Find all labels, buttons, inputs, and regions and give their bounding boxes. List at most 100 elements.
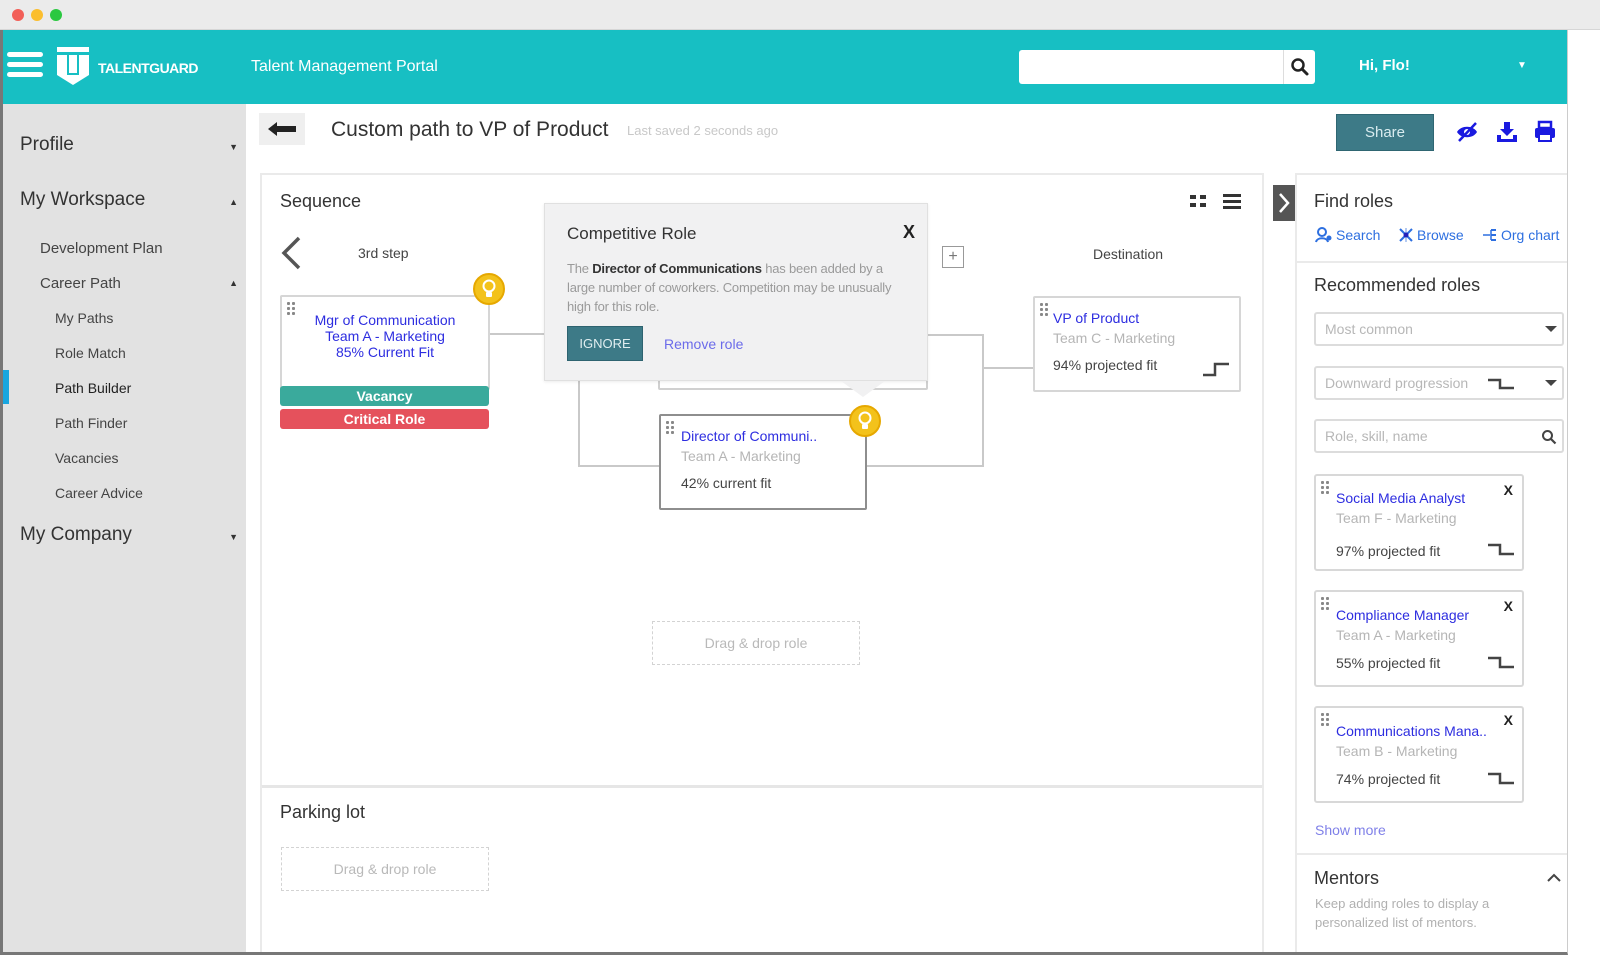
drag-handle-icon[interactable] <box>1321 713 1331 727</box>
destination-role-card[interactable]: VP of Product Team C - Marketing 94% pro… <box>1033 296 1241 392</box>
sidebar-item-path-builder[interactable]: Path Builder <box>3 380 246 396</box>
mentors-title: Mentors <box>1314 868 1380 888</box>
talentguard-logo-icon <box>57 47 89 85</box>
parking-lot-dropzone[interactable]: Drag & drop role <box>281 847 489 891</box>
logo-text: TALENTGUARD <box>98 60 199 76</box>
role-name[interactable]: VP of Product <box>1053 310 1239 326</box>
search-button[interactable] <box>1283 50 1315 84</box>
drag-handle-icon[interactable] <box>666 421 676 435</box>
search-icon <box>1290 58 1308 76</box>
role-fit: 74% projected fit <box>1336 771 1441 787</box>
role-fit: 42% current fit <box>681 475 772 491</box>
role-name[interactable]: Communications Mana.. <box>1336 723 1487 739</box>
browser-frame: TALENTGUARD Talent Management Portal Hi,… <box>0 30 1568 955</box>
sidebar-item-label: My Workspace <box>20 189 146 210</box>
org-chart-link[interactable]: Org chart <box>1482 227 1559 243</box>
sidebar-item-career-advice[interactable]: Career Advice <box>3 485 246 501</box>
chevron-up-icon: ▲ <box>229 278 238 288</box>
added-role-card[interactable]: Director of Communi.. Team A - Marketing… <box>659 414 867 510</box>
hamburger-menu-icon[interactable] <box>7 52 43 80</box>
sidebar-item-development-plan[interactable]: Development Plan <box>3 240 246 257</box>
collapse-panel-button[interactable] <box>1273 185 1295 221</box>
sidebar-item-role-match[interactable]: Role Match <box>3 345 246 361</box>
role-name[interactable]: Mgr of Communication <box>282 312 488 328</box>
window-minimize-button[interactable] <box>31 9 43 21</box>
user-menu-caret-icon[interactable]: ▼ <box>1517 60 1527 71</box>
window-close-button[interactable] <box>12 9 24 21</box>
path-connector <box>928 334 983 336</box>
sidebar-item-label: Career Advice <box>55 485 143 501</box>
ignore-button[interactable]: IGNORE <box>567 326 643 361</box>
browse-roles-link[interactable]: Browse <box>1398 227 1464 243</box>
caret-down-icon <box>1545 380 1557 386</box>
sidebar-item-path-finder[interactable]: Path Finder <box>3 415 246 431</box>
share-button[interactable]: Share <box>1336 114 1434 151</box>
find-roles-title: Find roles <box>1314 191 1394 211</box>
window-zoom-button[interactable] <box>50 9 62 21</box>
remove-recommendation-icon[interactable]: X <box>1504 712 1513 728</box>
show-more-link[interactable]: Show more <box>1315 822 1386 838</box>
chevron-up-icon: ▲ <box>229 197 238 207</box>
sidebar-item-my-workspace[interactable]: My Workspace ▲ <box>3 189 246 211</box>
sidebar-item-my-company[interactable]: My Company ▼ <box>3 524 246 546</box>
global-search <box>1019 50 1315 84</box>
drag-handle-icon[interactable] <box>1321 481 1331 495</box>
downward-progression-icon <box>1488 543 1514 556</box>
drag-handle-icon[interactable] <box>1321 597 1331 611</box>
role-team: Team F - Marketing <box>1336 510 1457 526</box>
search-icon[interactable] <box>1541 429 1557 445</box>
sidebar-item-vacancies[interactable]: Vacancies <box>3 450 246 466</box>
mentors-description: Keep adding roles to display a personali… <box>1315 896 1490 930</box>
user-greeting[interactable]: Hi, Flo! <box>1359 57 1410 74</box>
sequence-dropzone[interactable]: Drag & drop role <box>652 621 860 665</box>
arrow-left-icon <box>268 122 296 136</box>
close-icon[interactable]: X <box>903 222 915 243</box>
downward-progression-icon <box>1488 656 1514 669</box>
grid-view-icon[interactable] <box>1188 192 1210 210</box>
sidebar-item-career-path[interactable]: Career Path ▲ <box>3 275 246 292</box>
lightbulb-icon[interactable] <box>849 405 881 437</box>
role-team: Team A - Marketing <box>681 448 801 464</box>
remove-recommendation-icon[interactable]: X <box>1504 598 1513 614</box>
destination-label: Destination <box>1093 246 1164 262</box>
remove-role-link[interactable]: Remove role <box>664 336 743 352</box>
popup-text: The <box>567 261 593 276</box>
progression-select-value: Downward progression <box>1325 375 1469 391</box>
popup-message: The Director of Communications has been … <box>567 259 897 316</box>
sidebar-item-profile[interactable]: Profile ▼ <box>3 134 246 156</box>
previous-step-icon[interactable] <box>279 235 303 271</box>
recommended-role-card[interactable]: X Social Media Analyst Team F - Marketin… <box>1314 474 1524 571</box>
drag-handle-icon[interactable] <box>287 302 297 316</box>
role-name[interactable]: Compliance Manager <box>1336 607 1469 623</box>
upward-progression-icon <box>1203 362 1229 377</box>
chevron-up-icon[interactable] <box>1546 872 1562 882</box>
role-name[interactable]: Social Media Analyst <box>1336 490 1465 506</box>
back-button[interactable] <box>259 113 305 145</box>
downward-progression-icon <box>1488 378 1514 390</box>
list-view-icon[interactable] <box>1221 192 1243 210</box>
role-name[interactable]: Director of Communi.. <box>681 428 865 444</box>
role-fit: 85% Current Fit <box>335 344 435 360</box>
global-search-input[interactable] <box>1019 50 1281 84</box>
remove-recommendation-icon[interactable]: X <box>1504 482 1513 498</box>
sidebar-item-label: Path Finder <box>55 415 128 431</box>
sidebar-item-my-paths[interactable]: My Paths <box>3 310 246 326</box>
progression-select[interactable]: Downward progression <box>1314 366 1564 400</box>
search-roles-link[interactable]: Search <box>1315 227 1380 243</box>
sort-select[interactable]: Most common <box>1314 312 1564 346</box>
role-fit: 97% projected fit <box>1336 543 1441 559</box>
current-role-card[interactable]: Mgr of Communication Team A - Marketing … <box>280 295 490 390</box>
downward-progression-icon <box>1488 772 1514 785</box>
drag-handle-icon[interactable] <box>1040 303 1050 317</box>
divider <box>1297 261 1567 263</box>
print-icon[interactable] <box>1533 120 1557 144</box>
hide-icon[interactable] <box>1455 120 1479 144</box>
download-icon[interactable] <box>1495 120 1519 144</box>
recommended-role-card[interactable]: X Compliance Manager Team A - Marketing … <box>1314 590 1524 687</box>
role-filter-input[interactable] <box>1325 428 1525 444</box>
lightbulb-icon[interactable] <box>473 273 505 305</box>
role-team: Team B - Marketing <box>1336 743 1458 759</box>
recommended-role-card[interactable]: X Communications Mana.. Team B - Marketi… <box>1314 706 1524 803</box>
add-step-button[interactable]: + <box>942 246 964 268</box>
link-label: Browse <box>1417 227 1464 243</box>
